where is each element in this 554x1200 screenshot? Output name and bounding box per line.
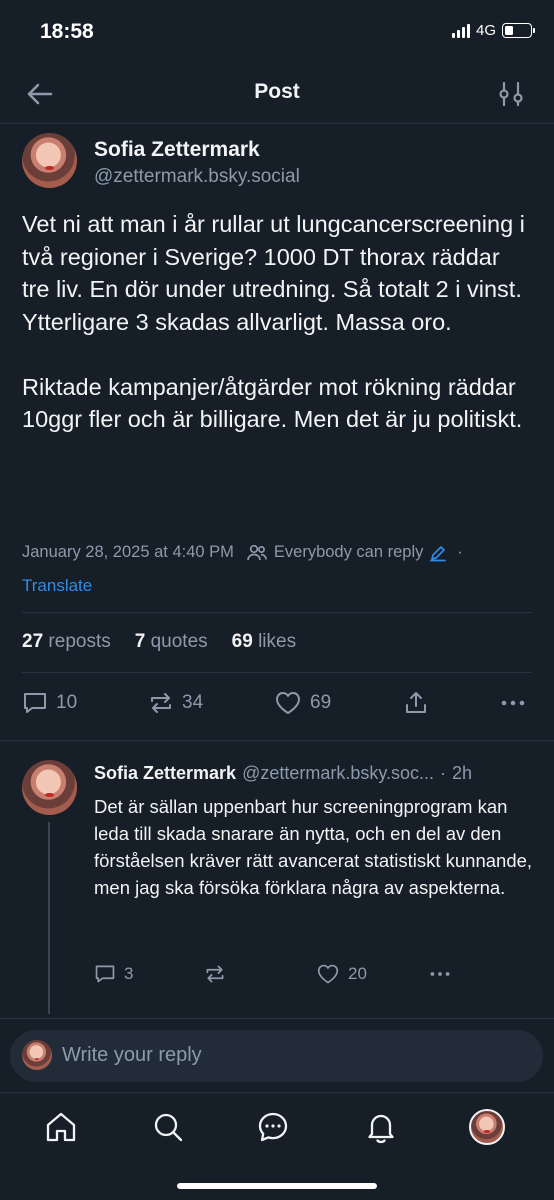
author-handle[interactable]: @zettermark.bsky.social: [94, 166, 300, 188]
heart-icon: [276, 692, 300, 714]
reply-avatar[interactable]: [22, 760, 77, 815]
nav-notifications[interactable]: [364, 1110, 398, 1149]
reply-actions: 3 20: [94, 963, 534, 989]
comment-icon: [24, 693, 46, 713]
reply-reply-count: 3: [124, 964, 134, 983]
thread-settings-button[interactable]: [498, 80, 524, 108]
comment-icon: [95, 965, 115, 983]
nav-search[interactable]: [151, 1110, 185, 1149]
people-icon: [247, 544, 267, 560]
stats-divider-top: [22, 612, 532, 613]
post-meta: January 28, 2025 at 4:40 PM Everybody ca…: [22, 543, 463, 562]
stats-divider-bottom: [22, 672, 532, 673]
reply-like-count: 20: [348, 964, 367, 983]
reply-more-button[interactable]: [428, 963, 452, 985]
header-divider: [0, 123, 554, 124]
page-title: Post: [254, 80, 300, 103]
post-actions: 10 34 69: [22, 690, 532, 718]
ellipsis-icon: [430, 972, 450, 976]
reply-setting[interactable]: Everybody can reply: [274, 543, 424, 562]
reply-reply-button[interactable]: 3: [94, 963, 133, 985]
battery-icon: [502, 23, 535, 38]
reply-header: Sofia Zettermark @zettermark.bsky.soc...…: [94, 763, 534, 784]
network-label: 4G: [475, 22, 496, 39]
home-icon: [46, 1112, 76, 1142]
chat-bubble-icon: [258, 1112, 288, 1142]
avatar[interactable]: [22, 133, 77, 188]
reply-separator: ·: [440, 763, 447, 783]
nav-home[interactable]: [44, 1110, 78, 1149]
reply-repost-button[interactable]: [204, 963, 234, 985]
sliders-icon: [499, 81, 523, 107]
compose-divider: [0, 1018, 554, 1019]
like-count: 69: [310, 692, 332, 713]
more-options-button[interactable]: [500, 690, 526, 716]
author-name[interactable]: Sofia Zettermark: [94, 138, 260, 162]
post-stats: 27 reposts 7 quotes 69 likes: [22, 631, 296, 653]
status-time: 18:58: [40, 20, 94, 43]
status-indicators: 4G: [451, 22, 535, 39]
home-indicator: [177, 1183, 377, 1189]
compose-avatar: [22, 1040, 52, 1070]
translate-link[interactable]: Translate: [22, 576, 92, 596]
reply-time[interactable]: 2h: [452, 763, 472, 784]
signal-icon: [451, 23, 470, 38]
like-button[interactable]: 69: [274, 690, 331, 716]
share-icon: [406, 692, 426, 713]
post-divider: [0, 740, 554, 741]
post-timestamp[interactable]: January 28, 2025 at 4:40 PM: [22, 543, 234, 562]
pencil-icon[interactable]: [429, 544, 447, 562]
likes-stat[interactable]: 69 likes: [232, 631, 296, 653]
meta-separator: ·: [457, 543, 463, 561]
share-button[interactable]: [403, 690, 429, 716]
reply-text: Det är sällan uppenbart hur screeningpro…: [94, 796, 538, 898]
nav-profile[interactable]: [469, 1109, 505, 1145]
reply-count: 10: [56, 692, 78, 713]
search-icon: [154, 1113, 183, 1142]
post-text: Vet ni att man i år rullar ut lungcancer…: [22, 211, 525, 432]
reply-author-handle[interactable]: @zettermark.bsky.soc...: [242, 763, 434, 784]
ellipsis-icon: [501, 700, 525, 706]
repost-icon: [206, 965, 224, 983]
heart-icon: [317, 964, 339, 984]
repost-button[interactable]: 34: [148, 690, 203, 716]
reply-like-button[interactable]: 20: [316, 963, 367, 985]
repost-count: 34: [182, 692, 204, 713]
reposts-stat[interactable]: 27 reposts: [22, 631, 111, 653]
reply-author-name[interactable]: Sofia Zettermark: [94, 763, 236, 784]
nav-messages[interactable]: [256, 1110, 290, 1149]
bell-icon: [368, 1114, 394, 1144]
quotes-stat[interactable]: 7 quotes: [135, 631, 208, 653]
thread-line: [48, 822, 50, 1014]
repost-icon: [151, 693, 171, 713]
compose-placeholder[interactable]: Write your reply: [62, 1044, 202, 1067]
reply-button[interactable]: 10: [22, 690, 77, 716]
